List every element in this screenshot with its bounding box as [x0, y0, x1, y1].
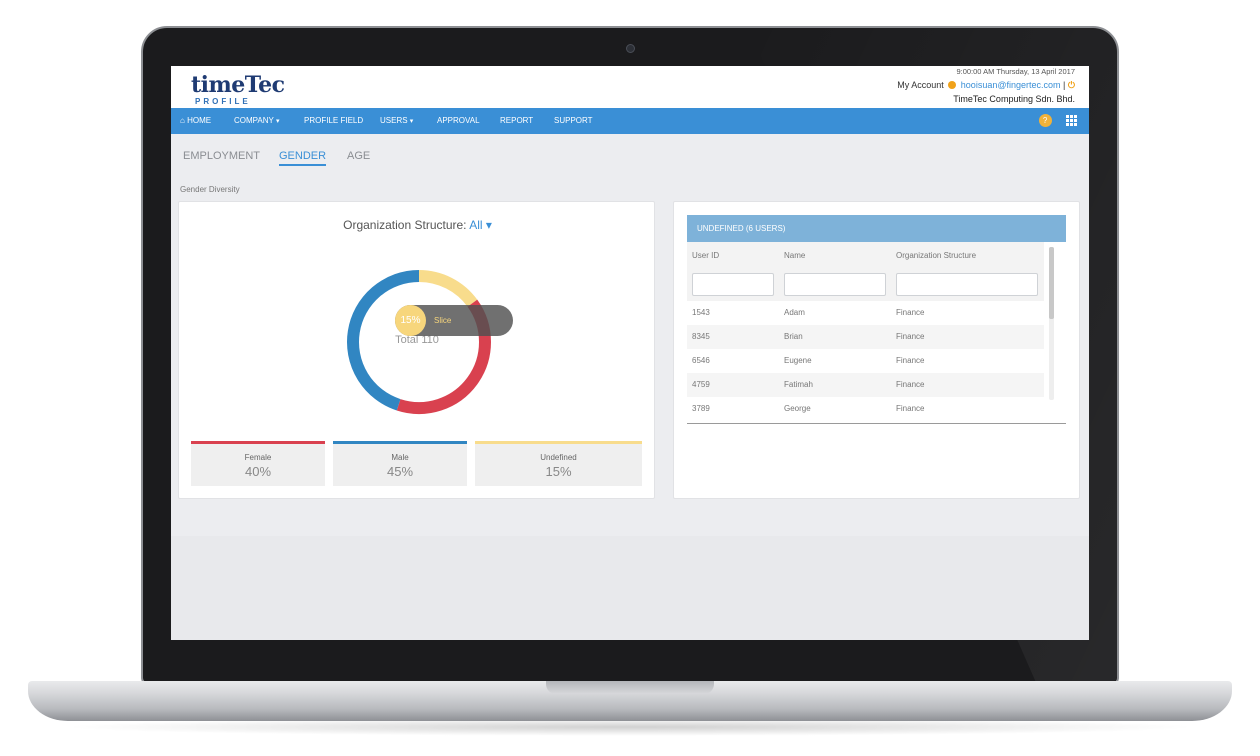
tooltip-value: 15% [395, 305, 426, 336]
table-bottom-border [687, 423, 1066, 424]
timetec-logo[interactable]: timeTec PROFILE [191, 72, 285, 106]
cell-user-id: 1543 [692, 308, 710, 317]
nav-company-label: COMPANY [234, 116, 274, 125]
cell-org: Finance [896, 332, 925, 341]
nav-approval-label: APPROVAL [437, 116, 480, 125]
nav-profile-field[interactable]: PROFILE FIELD [304, 108, 363, 134]
legend-female-color [191, 441, 325, 444]
laptop-notch [546, 681, 714, 694]
nav-profile-field-label: PROFILE FIELD [304, 116, 364, 125]
top-bar: timeTec PROFILE 9:00:00 AM Thursday, 13 … [171, 66, 1089, 108]
nav-report-label: REPORT [500, 116, 534, 125]
cell-user-id: 6546 [692, 356, 710, 365]
col-header-user-id[interactable]: User ID [692, 251, 719, 260]
org-structure-filter: Organization Structure: All ▾ [179, 218, 656, 232]
nav-users-label: USERS [380, 116, 408, 125]
chart-tooltip: 15% Slice [395, 305, 513, 336]
legend-female-label: Female [244, 453, 272, 462]
account-email-link[interactable]: hooisuan@fingertec.com [961, 80, 1061, 90]
chevron-down-icon: ▾ [409, 118, 414, 125]
cell-user-id: 4759 [692, 380, 710, 389]
cell-user-id: 8345 [692, 332, 710, 341]
filter-user-id-input[interactable] [692, 273, 774, 296]
cell-name: Fatimah [784, 380, 813, 389]
tooltip-label: Slice [434, 316, 452, 325]
nav-company[interactable]: COMPANY ▾ [234, 108, 279, 134]
app-screen: timeTec PROFILE 9:00:00 AM Thursday, 13 … [171, 66, 1089, 640]
nav-right-icons: ? [1038, 114, 1077, 132]
nav-approval[interactable]: APPROVAL [437, 108, 480, 134]
table-row[interactable]: 8345 Brian Finance [687, 325, 1044, 349]
cell-name: Brian [784, 332, 803, 341]
legend-undefined-color [475, 441, 642, 444]
cell-name: Adam [784, 308, 805, 317]
home-icon: ⌂ [180, 116, 185, 125]
table-row[interactable]: 4759 Fatimah Finance [687, 373, 1044, 397]
legend-undefined-value: 15% [545, 464, 572, 479]
table-scrollbar-thumb[interactable] [1049, 247, 1054, 319]
table-row[interactable]: 1543 Adam Finance [687, 301, 1044, 325]
legend-female-value: 40% [244, 464, 272, 479]
legend-male-value: 45% [386, 464, 414, 479]
apps-grid-icon[interactable] [1066, 115, 1077, 126]
tab-gender[interactable]: GENDER [279, 150, 327, 166]
webcam [626, 44, 635, 53]
legend-female: Female 40% [191, 441, 325, 486]
nav-home[interactable]: ⌂ HOME [180, 108, 211, 134]
help-icon[interactable]: ? [1038, 114, 1052, 127]
legend-undefined-label: Undefined [540, 453, 577, 462]
datetime: 9:00:00 AM Thursday, 13 April 2017 [956, 67, 1075, 76]
legend-undefined: Undefined 15% [475, 441, 642, 486]
table-row[interactable]: 3789 George Finance [687, 397, 1044, 421]
cell-org: Finance [896, 380, 925, 389]
nav-home-label: HOME [187, 116, 212, 125]
table-row[interactable]: 6546 Eugene Finance [687, 349, 1044, 373]
section-title: Gender Diversity [180, 185, 240, 194]
cell-org: Finance [896, 356, 925, 365]
cell-user-id: 3789 [692, 404, 710, 413]
nav-report[interactable]: REPORT [500, 108, 533, 134]
account-status-icon [948, 81, 957, 89]
cell-name: George [784, 404, 811, 413]
content-background [171, 536, 1089, 640]
cell-name: Eugene [784, 356, 812, 365]
nav-users[interactable]: USERS ▾ [380, 108, 413, 134]
legend-male-label: Male [391, 453, 409, 462]
tab-age[interactable]: AGE [347, 150, 370, 162]
my-account-label: My Account [897, 80, 944, 90]
legend-male: Male 45% [333, 441, 467, 486]
table-title: UNDEFINED (6 USERS) [687, 215, 1066, 242]
org-structure-label: Organization Structure: [343, 218, 467, 232]
col-header-org[interactable]: Organization Structure [896, 251, 976, 260]
separator: | [1063, 80, 1066, 90]
filter-name-input[interactable] [784, 273, 886, 296]
logo-subtitle: PROFILE [195, 97, 251, 106]
col-header-name[interactable]: Name [784, 251, 805, 260]
filter-org-input[interactable] [896, 273, 1038, 296]
logo-text: timeTec [191, 72, 285, 98]
org-structure-dropdown[interactable]: All ▾ [469, 218, 492, 232]
donut-slice-undefined[interactable] [418, 270, 478, 307]
table-filter-row: User ID Name Organization Structure [687, 242, 1044, 301]
gender-chart-panel: Organization Structure: All ▾ Total 110 … [178, 201, 655, 499]
nav-support-label: SUPPORT [554, 116, 593, 125]
company-name: TimeTec Computing Sdn. Bhd. [953, 94, 1075, 104]
logout-icon[interactable]: ⏻ [1068, 80, 1075, 90]
cell-org: Finance [896, 308, 925, 317]
cell-org: Finance [896, 404, 925, 413]
tab-employment[interactable]: EMPLOYMENT [183, 150, 260, 162]
legend-male-color [333, 441, 467, 444]
users-table-panel: UNDEFINED (6 USERS) User ID Name Organiz… [673, 201, 1080, 499]
main-nav: ⌂ HOME COMPANY ▾ PROFILE FIELD USERS ▾ A… [171, 108, 1089, 134]
chevron-down-icon: ▾ [275, 118, 280, 125]
nav-support[interactable]: SUPPORT [554, 108, 593, 134]
table-scrollbar[interactable] [1049, 247, 1054, 400]
account-area: 9:00:00 AM Thursday, 13 April 2017 My Ac… [897, 67, 1075, 105]
